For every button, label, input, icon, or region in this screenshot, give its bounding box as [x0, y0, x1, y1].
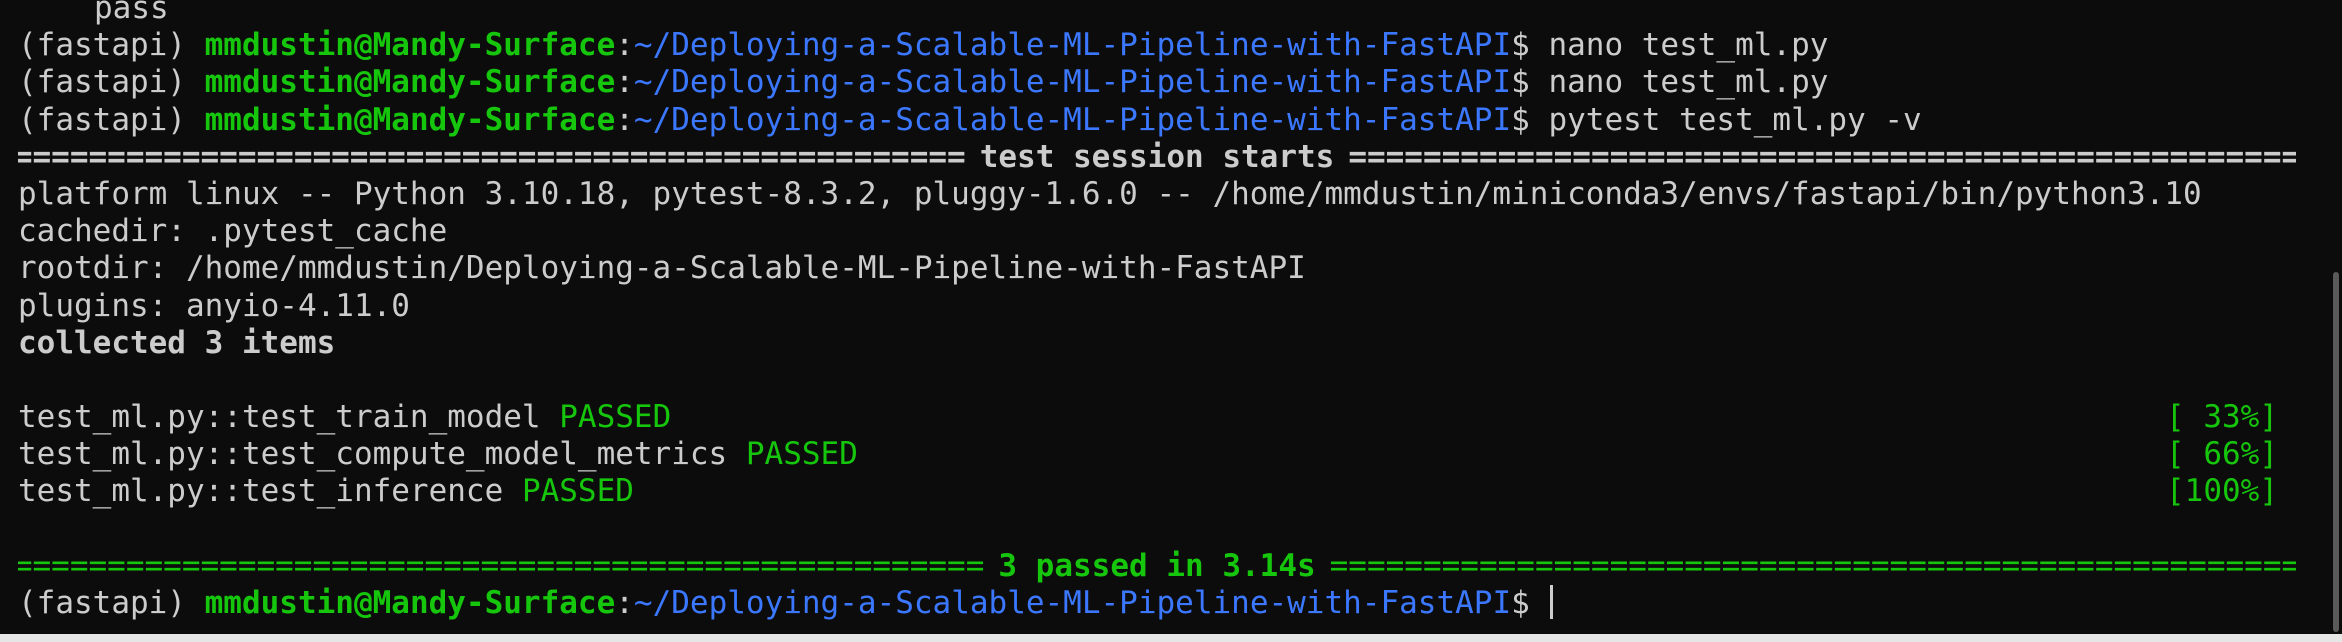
prompt-dollar: $: [1511, 101, 1549, 138]
prompt-line-3: (fastapi) mmdustin@Mandy-Surface:~/Deplo…: [18, 102, 2308, 139]
test-status: PASSED: [521, 473, 634, 510]
prompt-user-host: mmdustin@Mandy-Surface: [204, 64, 616, 101]
collected-items: collected 3 items: [18, 324, 336, 361]
test-status: PASSED: [559, 399, 672, 436]
prompt-env: (fastapi): [18, 64, 205, 101]
prompt-dollar: $: [1511, 64, 1549, 101]
session-title: test session starts: [979, 138, 1335, 175]
prompt-env: (fastapi): [18, 585, 205, 621]
rule-left: ========================================…: [18, 547, 985, 584]
summary-rule: ========================================…: [18, 548, 2296, 585]
scrollbar-thumb[interactable]: [2333, 272, 2339, 632]
prompt-separator: :: [615, 101, 634, 138]
prompt-env: (fastapi): [18, 101, 205, 138]
test-progress: [ 33%]: [2166, 399, 2278, 436]
plugins-info: plugins: anyio-4.11.0: [18, 287, 410, 324]
prompt-separator: :: [615, 64, 634, 101]
command-text: pytest test_ml.py -v: [1548, 101, 1922, 138]
platform-info: platform linux -- Python 3.10.18, pytest…: [18, 175, 2202, 212]
test-name: test_ml.py::test_train_model: [18, 399, 541, 436]
test-status: PASSED: [745, 436, 858, 473]
prompt-path: ~/Deploying-a-Scalable-ML-Pipeline-with-…: [633, 27, 1512, 64]
rule-right: ========================================…: [1348, 138, 2296, 175]
test-summary: 3 passed in 3.14s: [998, 547, 1316, 584]
test-progress: [100%]: [2166, 473, 2278, 510]
test-name: test_ml.py::test_compute_model_metrics: [18, 436, 728, 473]
rule-left: ========================================…: [18, 138, 966, 175]
terminal-output: pass (fastapi) mmdustin@Mandy-Surface:~/…: [18, 0, 2308, 622]
test-progress: [ 66%]: [2166, 436, 2278, 473]
window-bottom-edge: [0, 634, 2342, 642]
prompt-dollar: $: [1511, 27, 1549, 64]
prompt-path: ~/Deploying-a-Scalable-ML-Pipeline-with-…: [633, 64, 1512, 101]
command-text: nano test_ml.py: [1548, 64, 1829, 101]
cachedir-info: cachedir: .pytest_cache: [18, 213, 448, 250]
test-result-row: test_ml.py::test_compute_model_metrics P…: [18, 436, 2278, 473]
prompt-dollar: $: [1511, 585, 1549, 621]
prompt-path: ~/Deploying-a-Scalable-ML-Pipeline-with-…: [633, 585, 1512, 621]
prompt-line-2: (fastapi) mmdustin@Mandy-Surface:~/Deplo…: [18, 64, 2308, 101]
session-start-rule: ========================================…: [18, 139, 2296, 176]
prompt-separator: :: [615, 27, 634, 64]
prompt-user-host: mmdustin@Mandy-Surface: [204, 585, 616, 621]
rootdir-info: rootdir: /home/mmdustin/Deploying-a-Scal…: [18, 250, 1306, 287]
prompt-separator: :: [615, 585, 634, 621]
test-name: test_ml.py::test_inference: [18, 473, 504, 510]
prompt-user-host: mmdustin@Mandy-Surface: [204, 27, 616, 64]
output-line-pass: pass: [94, 0, 169, 26]
test-result-row: test_ml.py::test_train_model PASSED [ 33%…: [18, 399, 2278, 436]
terminal-window[interactable]: pass (fastapi) mmdustin@Mandy-Surface:~/…: [0, 0, 2342, 634]
text-cursor[interactable]: [1550, 585, 1554, 619]
prompt-line-1: (fastapi) mmdustin@Mandy-Surface:~/Deplo…: [18, 27, 2308, 64]
prompt-user-host: mmdustin@Mandy-Surface: [204, 101, 616, 138]
prompt-line-active[interactable]: (fastapi) mmdustin@Mandy-Surface:~/Deplo…: [18, 585, 2308, 622]
command-text: nano test_ml.py: [1548, 27, 1829, 64]
rule-right: ========================================…: [1329, 547, 2296, 584]
prompt-env: (fastapi): [18, 27, 205, 64]
prompt-path: ~/Deploying-a-Scalable-ML-Pipeline-with-…: [633, 101, 1512, 138]
test-result-row: test_ml.py::test_inference PASSED [100%]: [18, 473, 2278, 510]
